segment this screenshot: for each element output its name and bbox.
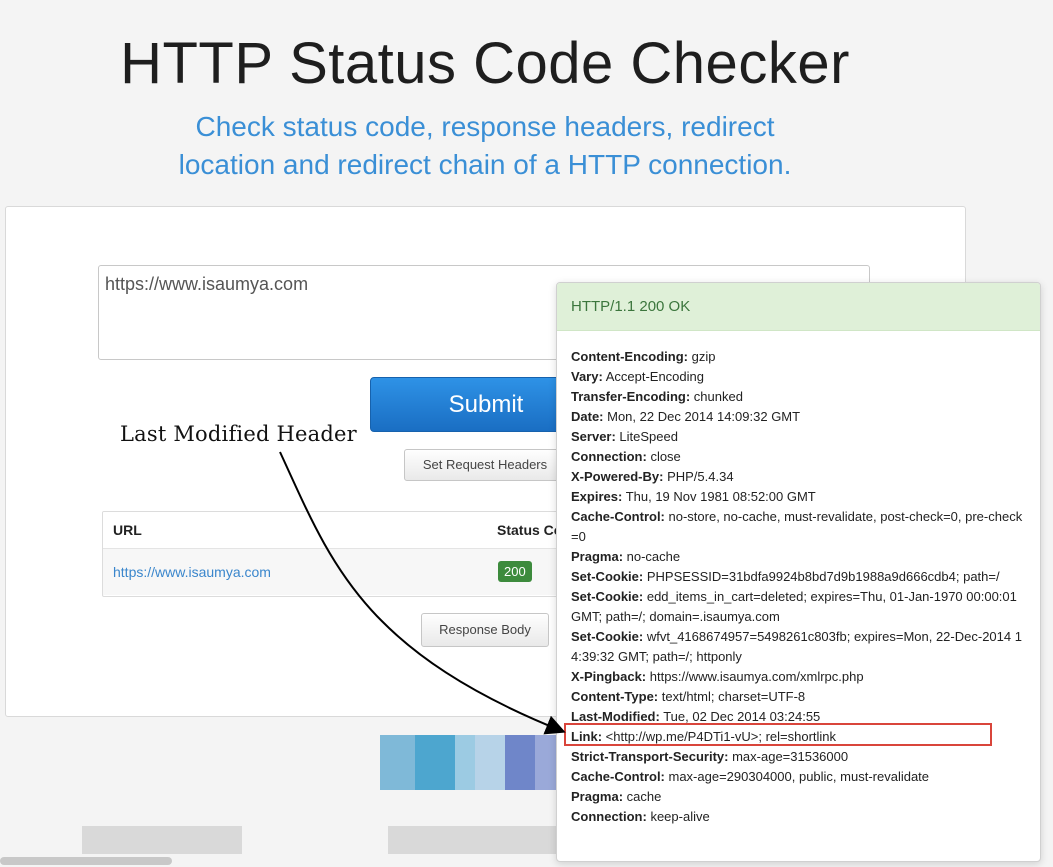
annotation-arrow [279,451,566,735]
